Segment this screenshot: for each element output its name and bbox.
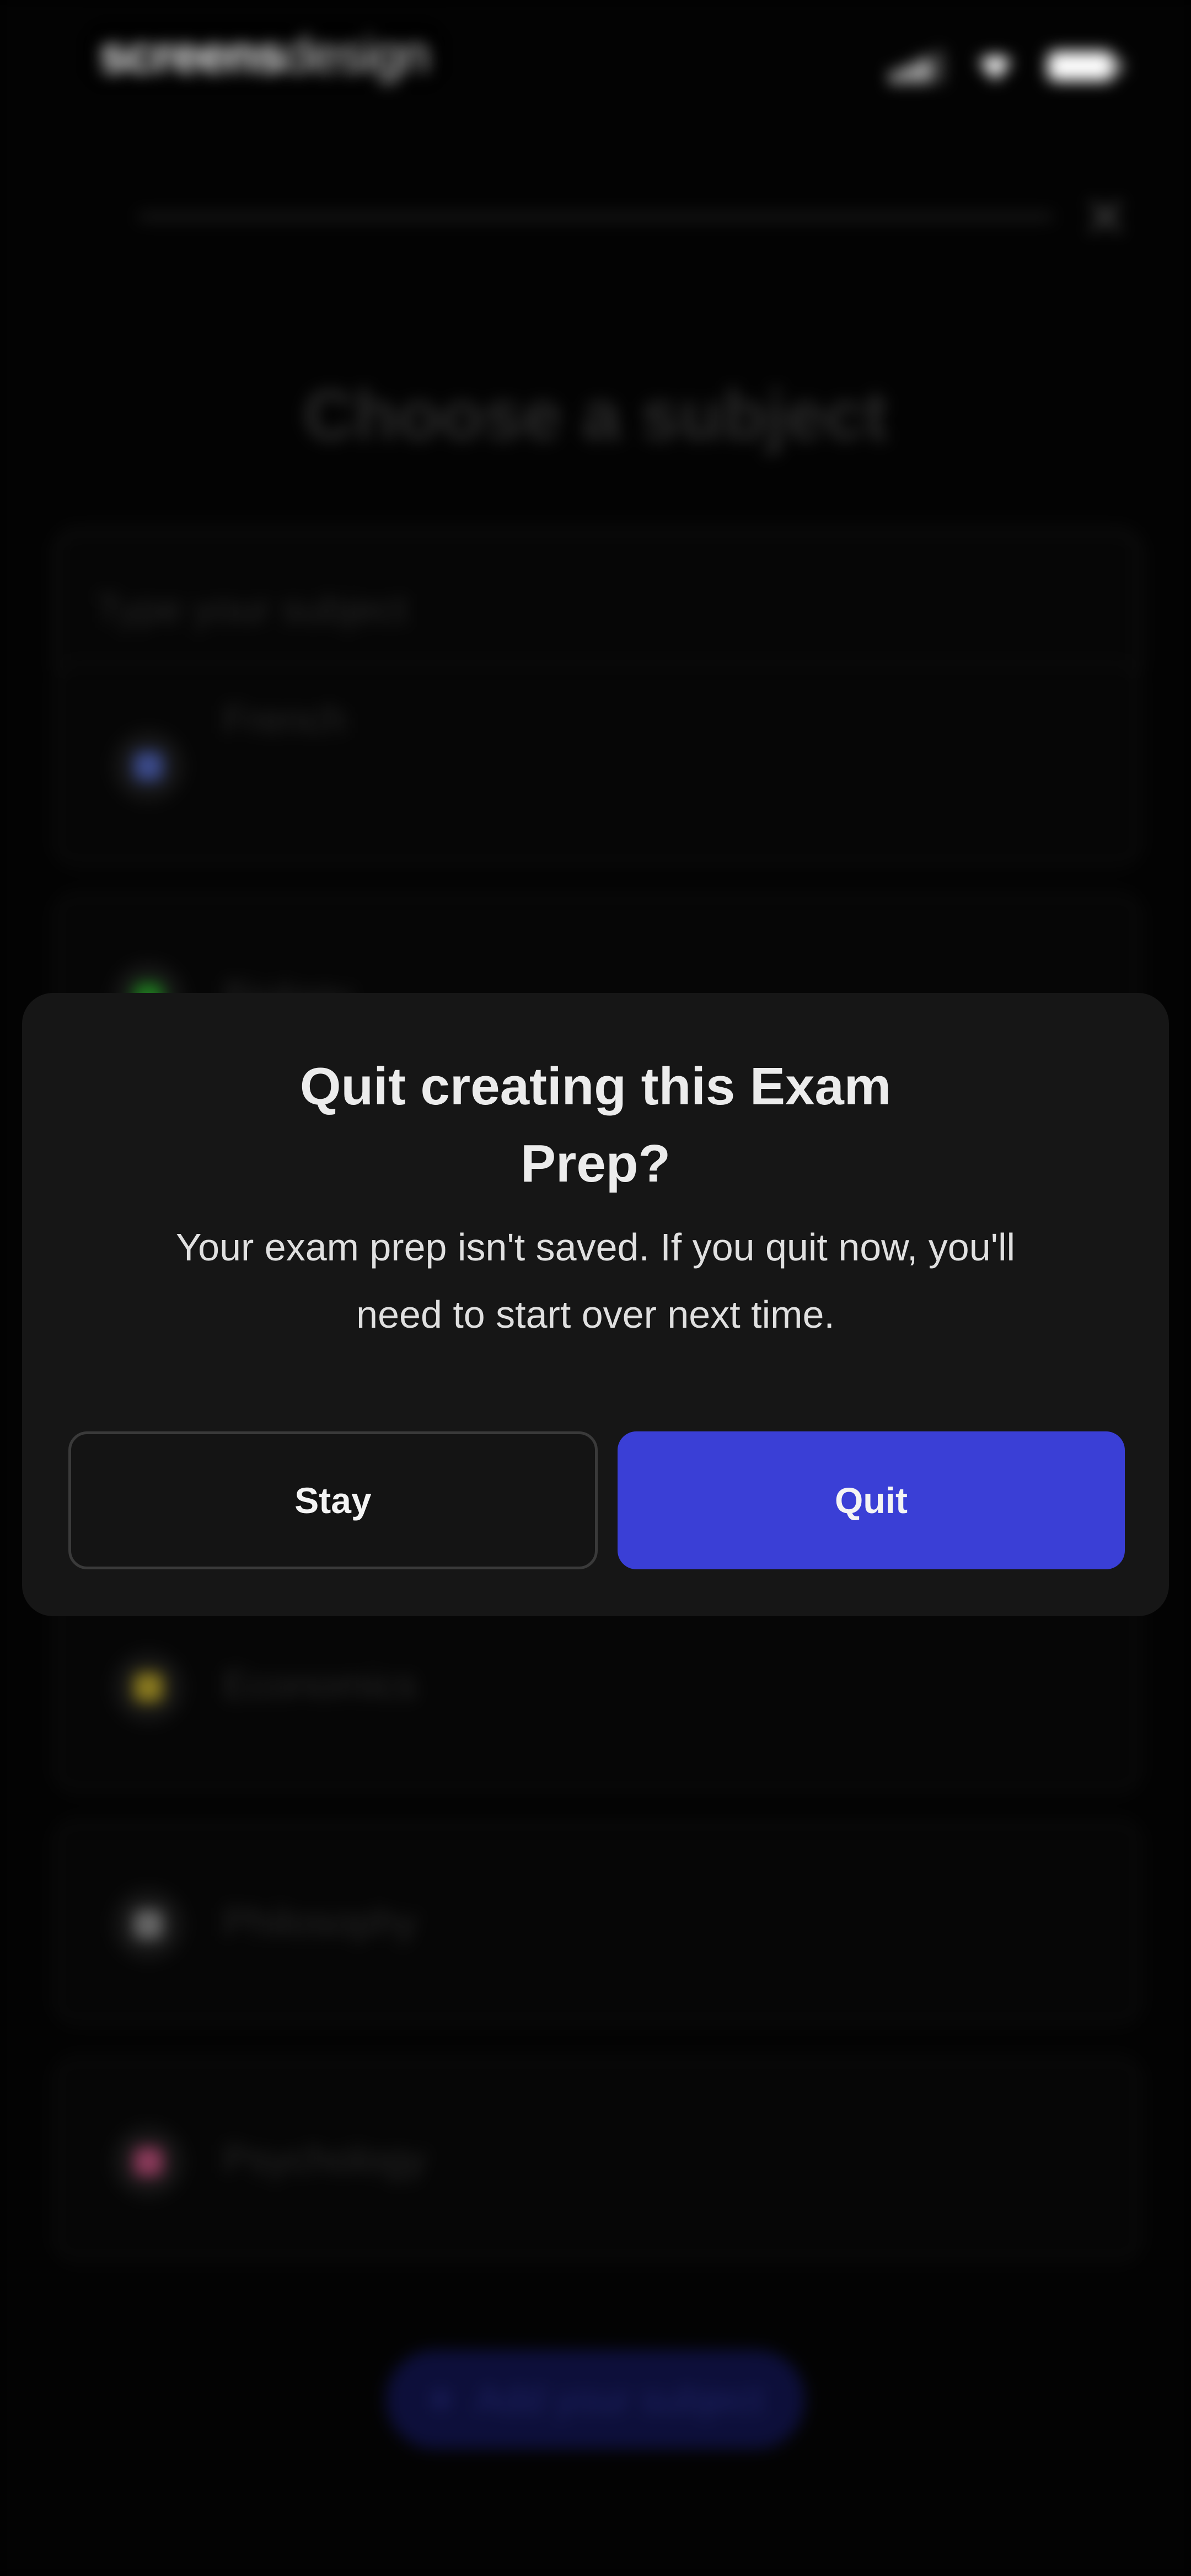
quit-confirmation-dialog: Quit creating this Exam Prep? Your exam … [22,993,1169,1616]
close-icon[interactable]: ✕ [1075,188,1136,248]
stay-button[interactable]: Stay [68,1431,598,1569]
brand-logo: screens design [83,22,446,88]
cellular-signal-icon [891,50,943,83]
dialog-message-line1: Your exam prep isn't saved. If you quit … [175,1226,1016,1269]
subject-item-french[interactable]: French [55,662,1140,865]
wifi-icon [979,56,1011,81]
subject-label: Psychology [223,2137,426,2182]
search-placeholder: Type your subject [96,587,407,632]
status-icons [891,50,1122,83]
status-bar: screens design [0,0,1191,132]
add-subject-button[interactable]: + Add your subject [386,2350,805,2449]
quit-button[interactable]: Quit [618,1431,1125,1569]
subject-item-philosophy[interactable]: Philosophy [55,1820,1140,2023]
plus-icon: + [427,2375,454,2424]
subject-label: Philosophy [223,1900,417,1944]
dialog-title-line2: Prep? [520,1134,671,1193]
flag-icon [112,730,184,802]
brand-logo-part1: screens [99,26,285,83]
subject-label: Economics [223,1663,417,1707]
subject-label: French [223,698,347,742]
brand-logo-part2: design [283,26,430,83]
battery-icon [1048,51,1122,81]
subject-item-economics[interactable]: Economics [55,1589,1140,1792]
dialog-message-line2: need to start over next time. [356,1293,835,1336]
subject-search-input[interactable]: Type your subject [55,530,1140,683]
dialog-message: Your exam prep isn't saved. If you quit … [99,1214,1092,1348]
dialog-title-line1: Quit creating this Exam [299,1057,892,1116]
dialog-title: Quit creating this Exam Prep? [198,1048,993,1203]
brain-icon [112,2126,184,2198]
add-subject-label: Add your subject [475,2378,764,2421]
scroll-icon [112,1889,184,1960]
subject-item-psychology[interactable]: Psychology [55,2057,1140,2260]
money-bag-icon [112,1652,184,1723]
progress-bar [138,213,1053,221]
page-title: Choose a subject [303,376,888,455]
